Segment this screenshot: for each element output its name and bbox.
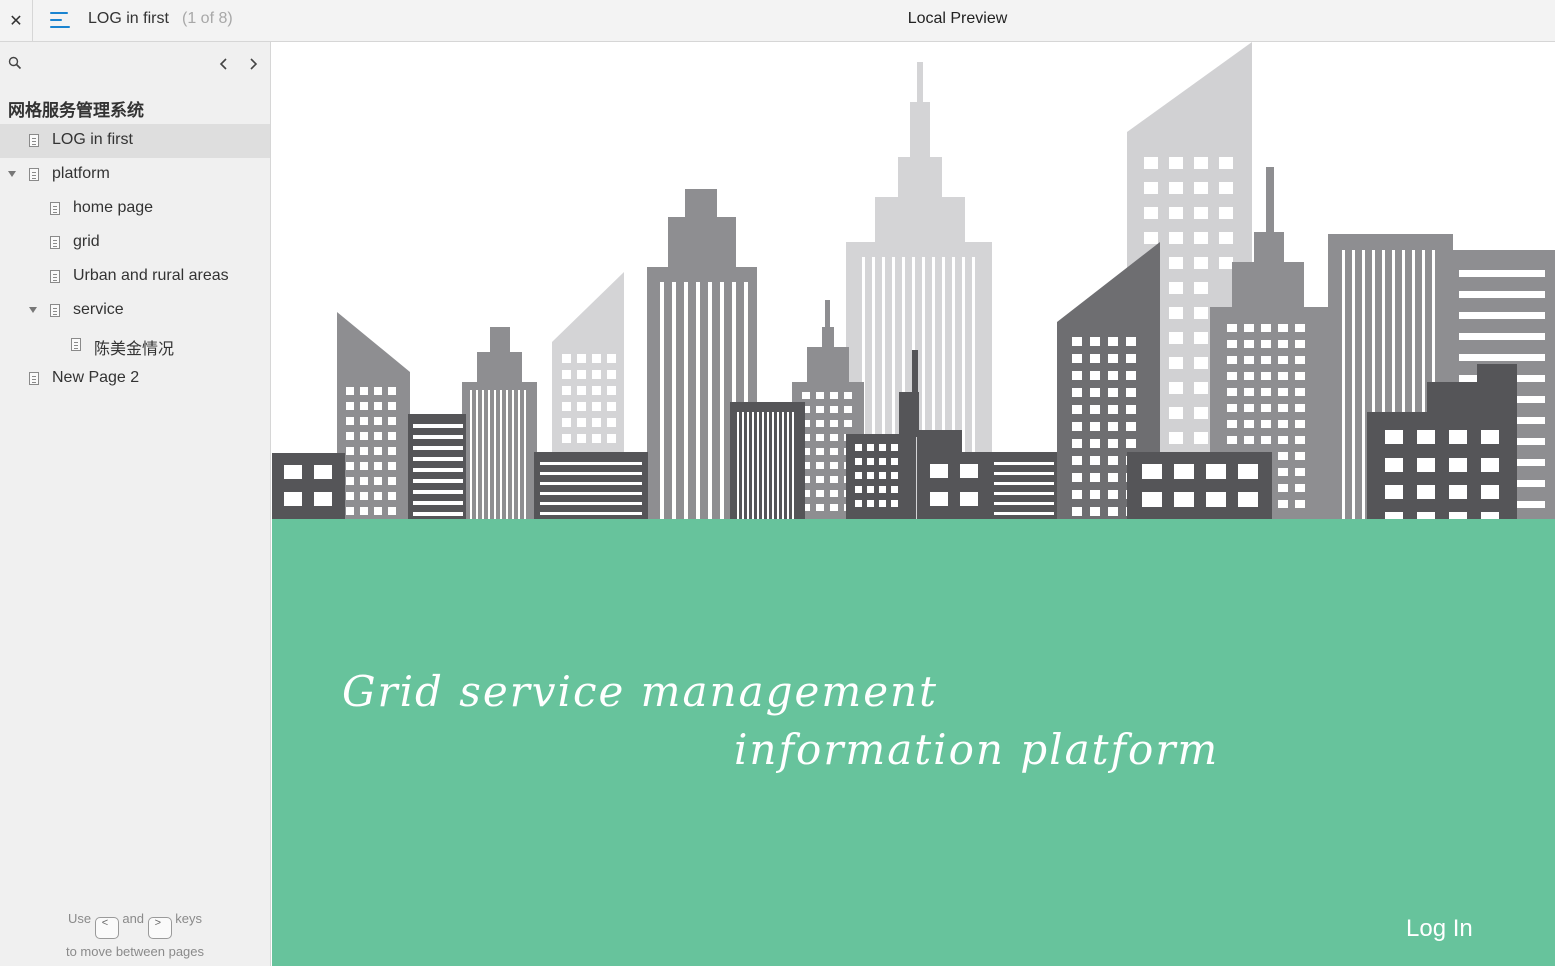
tree-item-urban-rural[interactable]: Urban and rural areas — [0, 260, 270, 294]
menu-button[interactable] — [48, 9, 72, 31]
page-icon — [50, 202, 60, 215]
tree-item-label: platform — [52, 165, 110, 182]
search-button[interactable] — [8, 56, 24, 72]
sidebar: 网格服务管理系统 LOG in first platform home page… — [0, 42, 271, 966]
page-title: LOG in first — [88, 10, 169, 27]
city-skyline-illustration — [272, 42, 1555, 519]
page-icon — [29, 134, 39, 147]
project-title: 网格服务管理系统 — [8, 101, 144, 120]
page-icon — [29, 372, 39, 385]
headline-line-2: information platform — [734, 725, 1220, 774]
tree-item-label: 陈美金情况 — [94, 341, 175, 358]
close-icon: ✕ — [9, 12, 23, 30]
chevron-right-icon — [250, 58, 258, 70]
chevron-left-icon — [219, 58, 227, 70]
tree-item-label: LOG in first — [52, 131, 133, 148]
login-button[interactable]: Log In — [1406, 915, 1473, 943]
page-count: (1 of 8) — [182, 10, 233, 27]
page-tree: LOG in first platform home page grid Urb… — [0, 124, 270, 396]
tree-item-home-page[interactable]: home page — [0, 192, 270, 226]
previous-page-button[interactable] — [215, 54, 233, 74]
page-icon — [29, 168, 39, 181]
keyboard-hint: Use < and > keys to move between pages — [65, 911, 205, 959]
tree-item-label: home page — [73, 199, 154, 216]
top-bar: ✕ LOG in first (1 of 8) Local Preview — [0, 0, 1555, 42]
next-page-button[interactable] — [244, 54, 262, 74]
expand-caret-icon[interactable] — [29, 307, 37, 313]
page-icon — [71, 338, 81, 351]
prototype-canvas: Grid service management information plat… — [272, 42, 1555, 966]
tree-item-label: New Page 2 — [52, 369, 140, 386]
prev-key-icon: < — [94, 917, 119, 939]
close-button[interactable]: ✕ — [0, 0, 33, 41]
page-icon — [50, 270, 60, 283]
tree-item-label: service — [73, 301, 124, 318]
next-key-icon: > — [147, 917, 172, 939]
headline-line-1: Grid service management — [342, 667, 938, 716]
tree-item-new-page-2[interactable]: New Page 2 — [0, 362, 270, 396]
tree-item-label: Urban and rural areas — [73, 267, 229, 284]
page-icon — [50, 304, 60, 317]
preview-label: Local Preview — [907, 10, 1008, 27]
menu-icon — [50, 12, 68, 14]
tree-item-platform[interactable]: platform — [0, 158, 270, 192]
tree-item-log-in-first[interactable]: LOG in first — [0, 124, 270, 158]
tree-item-label: grid — [73, 233, 100, 250]
expand-caret-icon[interactable] — [8, 171, 16, 177]
search-icon — [8, 56, 22, 70]
page-icon — [50, 236, 60, 249]
tree-item-service[interactable]: service — [0, 294, 270, 328]
tree-item-grid[interactable]: grid — [0, 226, 270, 260]
tree-item-chen-meijin[interactable]: 陈美金情况 — [0, 328, 270, 362]
hero-banner: Grid service management information plat… — [272, 519, 1555, 966]
